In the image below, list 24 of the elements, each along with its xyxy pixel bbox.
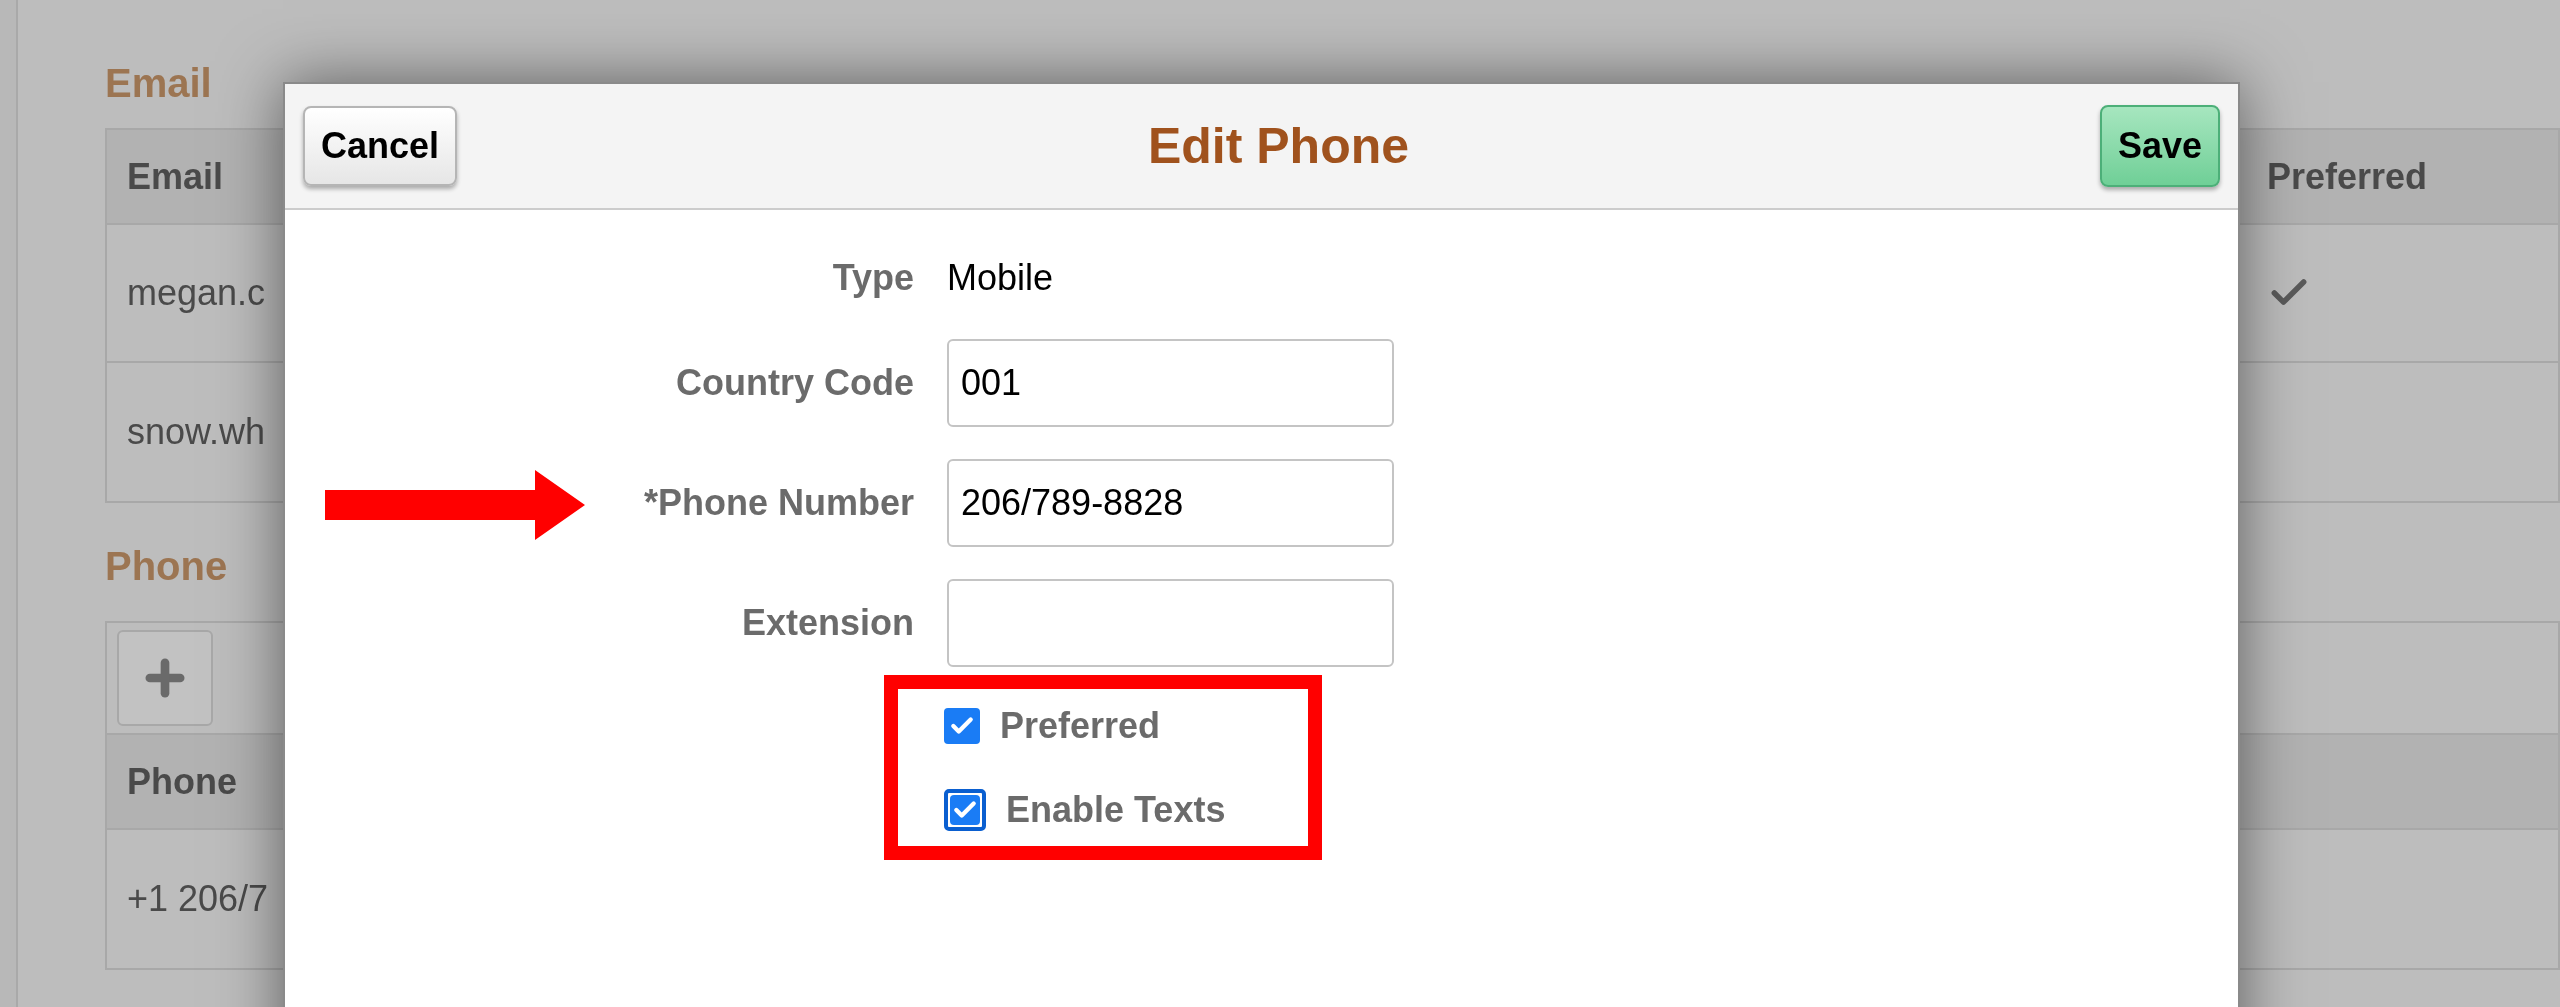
checkbox[interactable]	[944, 789, 986, 831]
cancel-button[interactable]: Cancel	[303, 106, 458, 186]
section-heading: Phone	[105, 543, 229, 590]
checkbox-label: Enable Texts	[1006, 788, 1226, 832]
field-label: Type	[832, 256, 914, 300]
field-value: Mobile	[947, 256, 1054, 300]
table-cell-text: +1 206/7	[126, 877, 269, 921]
section-heading: Email	[105, 60, 213, 107]
field-label: Country Code	[676, 361, 914, 405]
checkbox[interactable]	[944, 708, 980, 744]
field-label: Extension	[741, 601, 914, 645]
save-button[interactable]: Save	[2099, 105, 2220, 187]
checkbox-label: Preferred	[1000, 704, 1161, 748]
add-button[interactable]	[117, 630, 213, 726]
column-header: Email	[126, 154, 225, 199]
text-field[interactable]: 001	[947, 339, 1394, 427]
text-field[interactable]: 206/789-8828	[947, 459, 1394, 547]
field-label: *Phone Number	[643, 481, 914, 525]
table-cell: megan.c	[127, 272, 266, 313]
text-field[interactable]	[947, 579, 1394, 667]
dialog-title: Edit Phone	[1147, 116, 1410, 176]
column-header: Preferred	[2267, 154, 2428, 199]
table-cell: snow.wh	[127, 411, 266, 452]
column-header: Phone	[126, 759, 237, 804]
